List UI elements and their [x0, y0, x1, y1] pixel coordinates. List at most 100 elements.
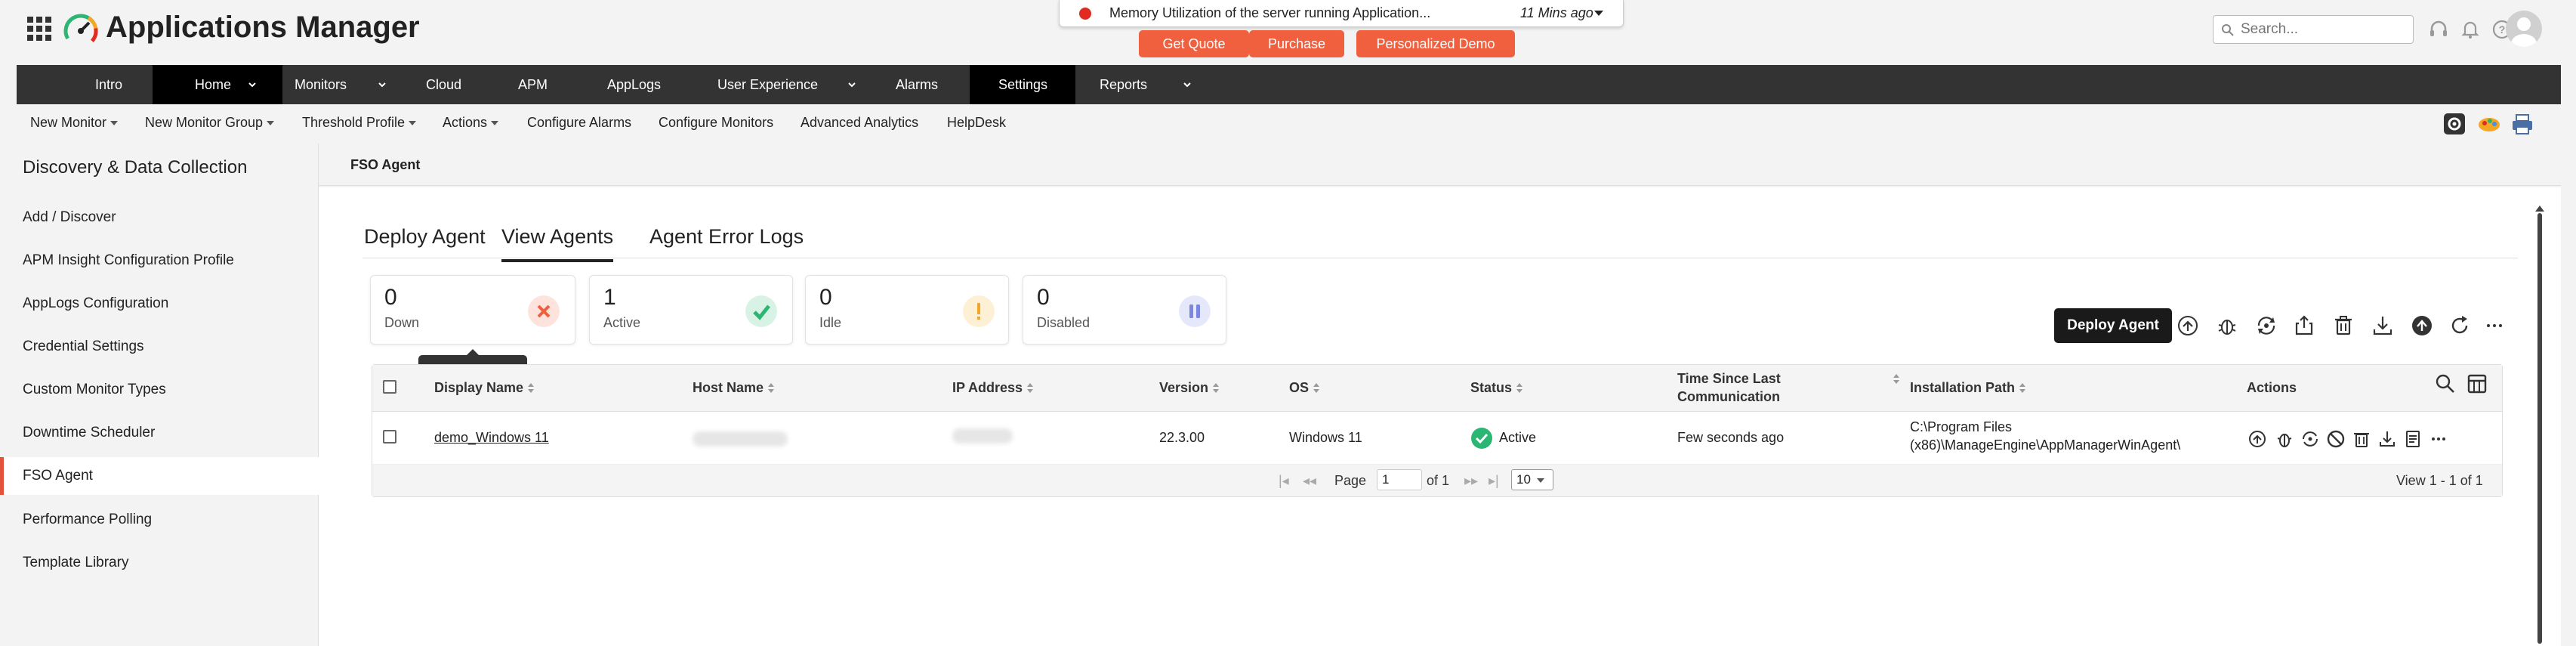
sort-icon — [1213, 383, 1220, 394]
page-number-input[interactable]: 1 — [1377, 469, 1422, 490]
purchase-button[interactable]: Purchase — [1249, 30, 1344, 57]
col-os[interactable]: OS — [1289, 380, 1320, 396]
card-count: 0 — [384, 285, 397, 310]
subnav-configure-monitors[interactable]: Configure Monitors — [659, 115, 773, 131]
chevron-down-icon[interactable] — [378, 80, 387, 89]
tab-view-agents[interactable]: View Agents — [501, 225, 614, 262]
col-time-since-line1[interactable]: Time Since Last — [1677, 371, 1781, 387]
tab-agent-error-logs[interactable]: Agent Error Logs — [649, 225, 804, 249]
card-down[interactable]: 0 Down — [370, 275, 575, 345]
next-page-icon[interactable]: ▸▸ — [1464, 473, 1478, 489]
subnav-advanced-analytics[interactable]: Advanced Analytics — [801, 115, 918, 131]
chevron-down-icon[interactable] — [1183, 80, 1192, 89]
agent-display-name-link[interactable]: demo_Windows 11 — [434, 430, 549, 446]
bug-icon[interactable] — [2214, 313, 2240, 338]
search-input[interactable] — [2241, 19, 2407, 40]
alert-text[interactable]: Memory Utilization of the server running… — [1109, 5, 1430, 21]
nav-settings[interactable]: Settings — [970, 65, 1075, 104]
upload-icon[interactable] — [2409, 313, 2435, 338]
upgrade-icon[interactable] — [2175, 313, 2201, 338]
share-icon[interactable] — [2291, 313, 2317, 338]
more-icon[interactable] — [2428, 428, 2449, 450]
prev-page-icon[interactable]: ◂◂ — [1303, 473, 1316, 489]
sidebar-item-applogs-configuration[interactable]: AppLogs Configuration — [0, 285, 319, 323]
bell-icon[interactable] — [2459, 18, 2482, 41]
nav-apm[interactable]: APM — [518, 65, 548, 104]
columns-icon[interactable] — [2466, 372, 2488, 395]
select-all-checkbox[interactable] — [383, 380, 396, 394]
subnav-threshold-profile[interactable]: Threshold Profile — [302, 115, 417, 131]
first-page-icon[interactable]: |◂ — [1279, 473, 1289, 489]
trash-icon[interactable] — [2351, 428, 2372, 450]
search-icon[interactable] — [2434, 372, 2457, 395]
search-box[interactable] — [2213, 15, 2414, 44]
logs-icon[interactable] — [2402, 428, 2423, 450]
sidebar-item-performance-polling[interactable]: Performance Polling — [0, 501, 319, 539]
scrollbar[interactable] — [2537, 213, 2542, 644]
col-time-since-line2[interactable]: Communication — [1677, 389, 1780, 405]
card-idle[interactable]: 0 Idle — [805, 275, 1009, 345]
tab-deploy-agent[interactable]: Deploy Agent — [364, 225, 486, 249]
sort-icon — [768, 383, 775, 394]
chevron-down-icon[interactable] — [248, 80, 257, 89]
nav-applogs[interactable]: AppLogs — [607, 65, 661, 104]
subnav-configure-alarms[interactable]: Configure Alarms — [527, 115, 631, 131]
apps-grid-icon[interactable] — [27, 17, 51, 41]
header: Applications Manager Memory Utilization … — [0, 0, 2576, 65]
sidebar-item-apm-insight[interactable]: APM Insight Configuration Profile — [0, 242, 319, 280]
col-ip-address[interactable]: IP Address — [952, 380, 1034, 396]
sync-icon[interactable] — [2300, 428, 2321, 450]
col-installation-path[interactable]: Installation Path — [1910, 380, 2026, 396]
nav-alarms[interactable]: Alarms — [896, 65, 938, 104]
sidebar-item-downtime-scheduler[interactable]: Downtime Scheduler — [0, 414, 319, 452]
last-page-icon[interactable]: ▸| — [1489, 473, 1499, 489]
trash-icon[interactable] — [2331, 313, 2356, 338]
gear-icon[interactable] — [2442, 112, 2466, 136]
alert-ticker[interactable]: Memory Utilization of the server running… — [1059, 0, 1624, 27]
sidebar-item-credential-settings[interactable]: Credential Settings — [0, 328, 319, 366]
col-host-name[interactable]: Host Name — [693, 380, 775, 396]
card-active[interactable]: 1 Active — [589, 275, 793, 345]
headset-icon[interactable] — [2427, 18, 2450, 41]
subnav-actions[interactable]: Actions — [443, 115, 499, 131]
nav-home[interactable]: Home — [153, 65, 282, 104]
nav-intro[interactable]: Intro — [95, 65, 122, 104]
sidebar-item-fso-agent[interactable]: FSO Agent — [0, 457, 319, 495]
deploy-agent-button[interactable]: Deploy Agent — [2054, 308, 2172, 343]
sidebar-item-custom-monitor-types[interactable]: Custom Monitor Types — [0, 371, 319, 409]
get-quote-button[interactable]: Get Quote — [1139, 30, 1249, 57]
page-size-select[interactable]: 10 — [1511, 469, 1553, 490]
subnav-new-monitor[interactable]: New Monitor — [30, 115, 119, 131]
table-row[interactable]: demo_Windows 11 22.3.00 Windows 11 Activ… — [372, 412, 2502, 465]
chevron-down-icon[interactable] — [1594, 11, 1603, 16]
more-icon[interactable] — [2482, 313, 2507, 338]
download-icon[interactable] — [2377, 428, 2398, 450]
sort-icon — [528, 383, 535, 394]
sidebar-item-add-discover[interactable]: Add / Discover — [0, 199, 319, 236]
nav-reports[interactable]: Reports — [1100, 65, 1147, 104]
scroll-up-icon[interactable] — [2535, 206, 2544, 212]
subnav-helpdesk[interactable]: HelpDesk — [947, 115, 1006, 131]
disable-icon[interactable] — [2325, 428, 2346, 450]
printer-icon[interactable] — [2510, 112, 2534, 136]
row-checkbox[interactable] — [383, 430, 396, 444]
sort-icon[interactable] — [1893, 374, 1899, 385]
nav-user-experience[interactable]: User Experience — [717, 65, 818, 104]
nav-cloud[interactable]: Cloud — [426, 65, 461, 104]
sidebar-item-template-library[interactable]: Template Library — [0, 544, 319, 582]
card-disabled[interactable]: 0 Disabled — [1023, 275, 1226, 345]
subnav-new-monitor-group[interactable]: New Monitor Group — [145, 115, 275, 131]
download-icon[interactable] — [2370, 313, 2396, 338]
bug-icon[interactable] — [2274, 428, 2295, 450]
chevron-down-icon[interactable] — [847, 80, 856, 89]
col-version[interactable]: Version — [1159, 380, 1220, 396]
avatar[interactable] — [2506, 11, 2542, 47]
nav-monitors[interactable]: Monitors — [295, 65, 347, 104]
col-display-name[interactable]: Display Name — [434, 380, 535, 396]
col-status[interactable]: Status — [1470, 380, 1523, 396]
upgrade-icon[interactable] — [2247, 428, 2268, 450]
refresh-icon[interactable] — [2447, 313, 2473, 338]
theme-icon[interactable] — [2477, 112, 2501, 136]
sync-icon[interactable] — [2254, 313, 2279, 338]
personalized-demo-button[interactable]: Personalized Demo — [1356, 30, 1515, 57]
